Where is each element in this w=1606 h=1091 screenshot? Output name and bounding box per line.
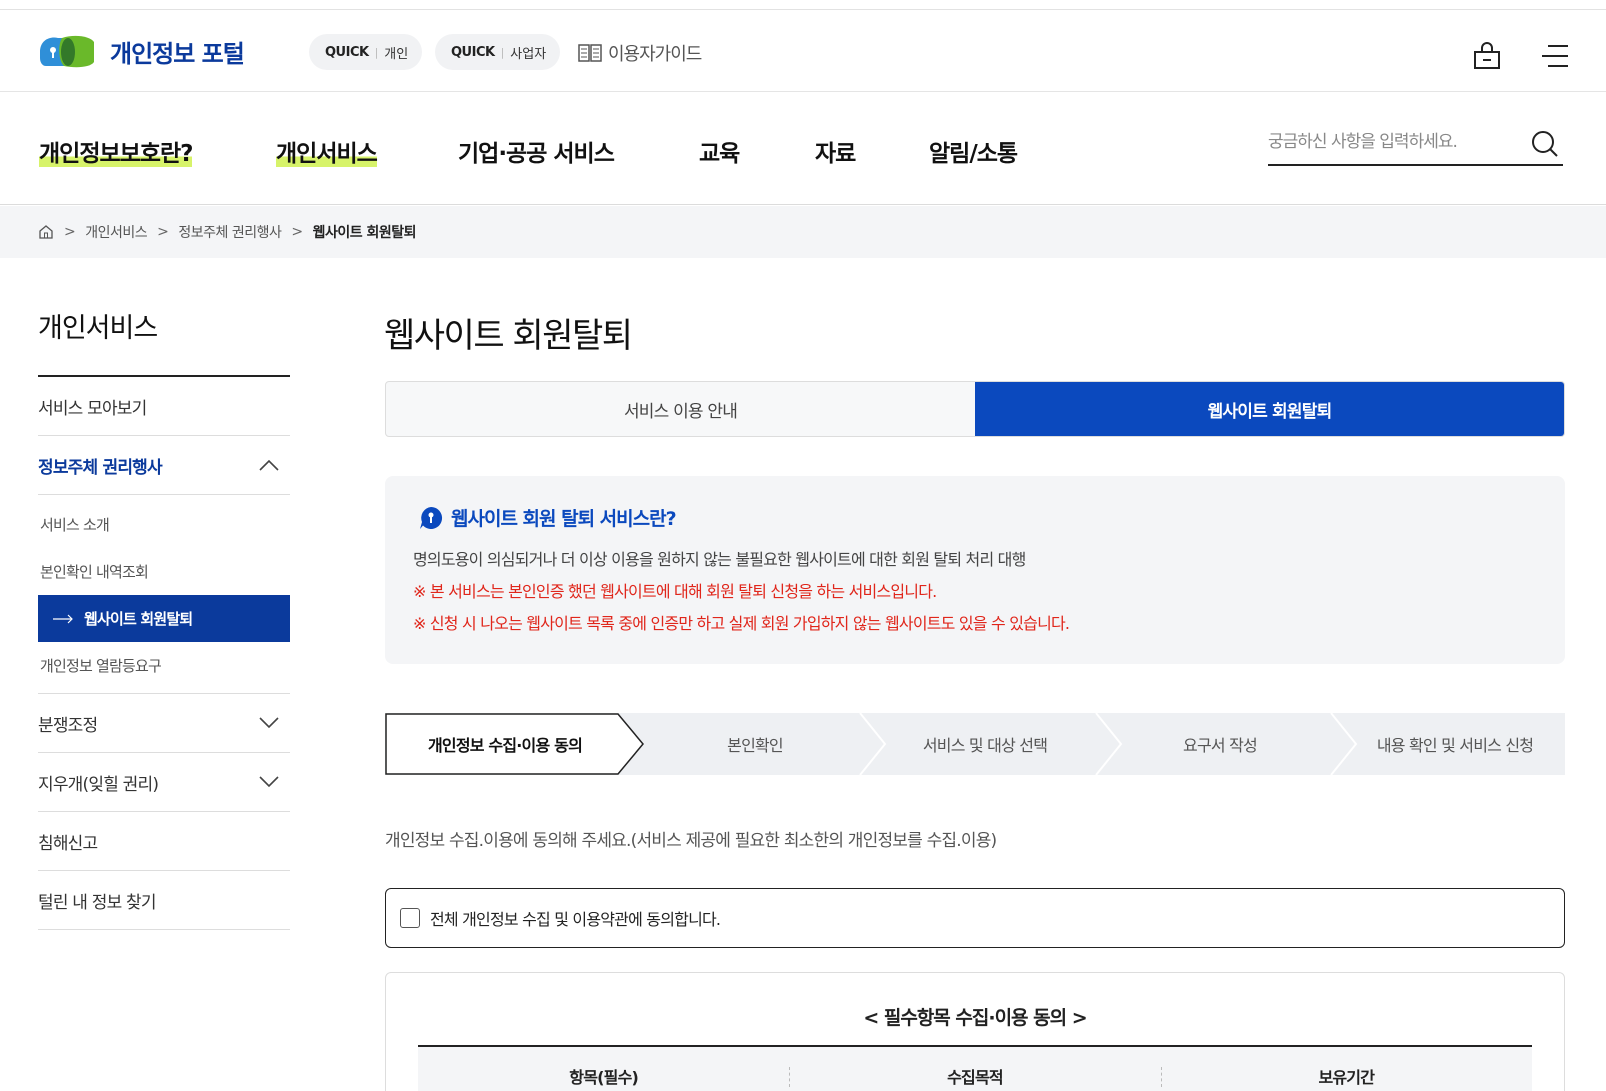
step-4-request: 요구서 작성	[1183, 736, 1258, 755]
book-icon	[578, 44, 602, 62]
nav-item-education[interactable]: 교육	[699, 134, 740, 168]
user-guide-link[interactable]: 이용자가이드	[578, 40, 702, 66]
agree-all-checkbox-row[interactable]: 전체 개인정보 수집 및 이용약관에 동의합니다.	[385, 888, 1565, 948]
login-lock-icon[interactable]	[1472, 40, 1502, 70]
agree-all-label[interactable]: 전체 개인정보 수집 및 이용약관에 동의합니다.	[430, 906, 721, 930]
chevron-right-icon: >	[64, 224, 76, 240]
sidebar-item-dispute[interactable]: 분쟁조정	[38, 694, 290, 753]
nav-item-personal-service[interactable]: 개인서비스	[276, 134, 378, 168]
user-guide-label: 이용자가이드	[608, 44, 702, 65]
top-border-strip	[0, 0, 1606, 10]
nav-item-notice[interactable]: 알림/소통	[929, 134, 1018, 168]
progress-steps: 개인정보 수집·이용 동의 본인확인 서비스 및 대상 선택 요구서 작성 내용…	[385, 713, 1565, 775]
sidebar-item-label: 털린 내 정보 찾기	[38, 892, 157, 913]
nav-item-resources[interactable]: 자료	[815, 134, 856, 168]
sidebar-sub-info-request[interactable]: 개인정보 열람등요구	[38, 642, 290, 689]
quick-label: QUICK	[451, 44, 495, 60]
sidebar-sub-identity-history[interactable]: 본인확인 내역조회	[38, 548, 290, 595]
page-title: 웹사이트 회원탈퇴	[384, 316, 633, 356]
arrow-right-icon	[52, 610, 74, 628]
sidebar-item-label: 정보주체 권리행사	[38, 457, 163, 478]
sidebar-item-label: 분쟁조정	[38, 715, 98, 736]
sidebar-title: 개인서비스	[38, 313, 158, 344]
separator: |	[374, 45, 379, 59]
hamburger-menu-icon[interactable]	[1540, 42, 1570, 70]
search-icon[interactable]	[1531, 130, 1559, 158]
sidebar-sub-website-withdraw[interactable]: 웹사이트 회원탈퇴	[38, 595, 290, 642]
quick-business-button[interactable]: QUICK | 사업자	[435, 34, 561, 70]
breadcrumb-item[interactable]: 정보주체 권리행사	[178, 222, 282, 242]
info-title: 웹사이트 회원 탈퇴 서비스란?	[419, 504, 677, 531]
sidebar-menu: 서비스 모아보기 정보주체 권리행사 서비스 소개 본인확인 내역조회 웹사이트…	[38, 375, 290, 930]
chevron-right-icon: >	[157, 224, 169, 240]
main-nav: 개인정보보호란? 개인서비스 기업·공공 서비스 교육 자료 알림/소통	[0, 92, 1606, 205]
sidebar-sub-service-intro[interactable]: 서비스 소개	[38, 501, 290, 548]
quick-business-label: 사업자	[510, 46, 547, 62]
info-box: 웹사이트 회원 탈퇴 서비스란? 명의도용이 의심되거나 더 이상 이용을 원하…	[385, 476, 1565, 664]
sidebar-item-report[interactable]: 침해신고	[38, 812, 290, 871]
quick-label: QUICK	[325, 44, 369, 60]
info-bubble-icon	[420, 506, 443, 529]
step-1-consent: 개인정보 수집·이용 동의	[427, 736, 583, 755]
info-description: 명의도용이 의심되거나 더 이상 이용을 원하지 않는 불필요한 웹사이트에 대…	[413, 550, 1026, 569]
table-header-cell: 수집목적	[789, 1047, 1160, 1091]
tab-service-guide[interactable]: 서비스 이용 안내	[386, 382, 975, 436]
step-2-identity: 본인확인	[727, 736, 783, 755]
chevron-right-icon: >	[291, 224, 303, 240]
required-consent-table: < 필수항목 수집·이용 동의 > 항목(필수) 수집목적 보유기간	[385, 972, 1565, 1091]
logo-mark-icon	[38, 32, 96, 70]
quick-personal-button[interactable]: QUICK | 개인	[309, 34, 423, 70]
sidebar-item-eraser[interactable]: 지우개(잊힐 권리)	[38, 753, 290, 812]
chevron-down-icon	[259, 776, 279, 788]
info-title-text: 웹사이트 회원 탈퇴 서비스란?	[451, 508, 677, 530]
table-header-cell: 항목(필수)	[569, 1068, 639, 1087]
info-warning-2: ※ 신청 시 나오는 웹사이트 목록 중에 인증만 하고 실제 회원 가입하지 …	[413, 614, 1070, 633]
step-5-confirm: 내용 확인 및 서비스 신청	[1376, 736, 1534, 755]
consent-description: 개인정보 수집.이용에 동의해 주세요.(서비스 제공에 필요한 최소한의 개인…	[385, 831, 997, 851]
search-box	[1268, 122, 1563, 166]
sidebar-item-leaked-info[interactable]: 털린 내 정보 찾기	[38, 871, 290, 930]
logo-text: 개인정보 포털	[110, 39, 245, 68]
home-icon[interactable]	[38, 224, 54, 240]
tab-website-withdraw[interactable]: 웹사이트 회원탈퇴	[975, 382, 1564, 436]
sidebar-item-service-overview[interactable]: 서비스 모아보기	[38, 377, 290, 436]
site-header: 개인정보 포털 QUICK | 개인 QUICK | 사업자 이용자가이드	[0, 10, 1606, 92]
info-warning-1: ※ 본 서비스는 본인인증 했던 웹사이트에 대해 회원 탈퇴 신청을 하는 서…	[413, 582, 937, 601]
sidebar-item-label: 지우개(잊힐 권리)	[38, 774, 159, 795]
table-header: 항목(필수) 수집목적 보유기간	[418, 1045, 1532, 1091]
separator: |	[500, 45, 505, 59]
table-title: < 필수항목 수집·이용 동의 >	[863, 1007, 1087, 1029]
sidebar-submenu: 서비스 소개 본인확인 내역조회 웹사이트 회원탈퇴 개인정보 열람등요구	[38, 495, 290, 694]
breadcrumb: > 개인서비스 > 정보주체 권리행사 > 웹사이트 회원탈퇴	[0, 206, 1606, 258]
table-header-cell: 보유기간	[1160, 1047, 1532, 1091]
breadcrumb-current: 웹사이트 회원탈퇴	[312, 225, 417, 241]
sidebar-item-label: 침해신고	[38, 833, 98, 854]
nav-item-privacy-about[interactable]: 개인정보보호란?	[39, 134, 193, 168]
search-input[interactable]	[1268, 122, 1518, 162]
site-logo[interactable]: 개인정보 포털	[38, 32, 245, 70]
tab-bar: 서비스 이용 안내 웹사이트 회원탈퇴	[385, 381, 1565, 437]
sidebar-sub-label: 웹사이트 회원탈퇴	[84, 610, 193, 628]
step-3-select: 서비스 및 대상 선택	[922, 736, 1048, 755]
quick-personal-label: 개인	[384, 46, 409, 62]
agree-all-checkbox[interactable]	[400, 908, 420, 928]
nav-item-business-service[interactable]: 기업·공공 서비스	[458, 134, 615, 168]
chevron-up-icon	[259, 459, 279, 471]
chevron-down-icon	[259, 717, 279, 729]
sidebar-item-label: 서비스 모아보기	[38, 398, 147, 419]
breadcrumb-item[interactable]: 개인서비스	[85, 222, 147, 242]
sidebar-item-rights[interactable]: 정보주체 권리행사	[38, 436, 290, 495]
